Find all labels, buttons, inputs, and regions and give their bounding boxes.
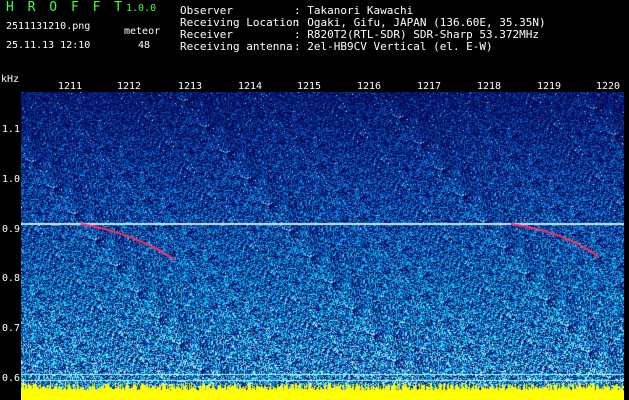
- y-tick-label: 1.1: [2, 124, 21, 135]
- app-title: H R O F F T: [6, 0, 126, 15]
- y-axis-unit: kHz: [1, 74, 20, 85]
- x-tick-label: 1215: [297, 81, 322, 92]
- x-tick-label: 1213: [178, 81, 203, 92]
- spectrogram-canvas: [21, 92, 624, 400]
- x-tick-label: 1220: [596, 81, 621, 92]
- x-tick-label: 1214: [238, 81, 263, 92]
- y-tick-label: 1.0: [2, 174, 21, 185]
- y-tick-label: 0.9: [2, 224, 21, 235]
- y-tick-label: 0.8: [2, 273, 21, 284]
- datetime: 25.11.13 12:10: [6, 40, 91, 51]
- x-tick-label: 1219: [537, 81, 562, 92]
- header-panel: H R O F F T 1.0.0 2511131210.png meteor …: [0, 0, 629, 74]
- file-name: 2511131210.png: [6, 21, 91, 32]
- info-key-antenna: Receiving antenna: [180, 40, 293, 53]
- x-tick-label: 1218: [477, 81, 502, 92]
- meteor-label: meteor: [124, 26, 161, 37]
- x-tick-label: 1217: [417, 81, 442, 92]
- info-value-antenna: : 2el-HB9CV Vertical (el. E-W): [294, 40, 493, 53]
- meteor-count: 48: [138, 40, 151, 51]
- y-tick-label: 0.6: [2, 373, 21, 384]
- x-tick-label: 1216: [357, 81, 382, 92]
- y-tick-label: 0.7: [2, 323, 21, 334]
- x-tick-label: 1212: [117, 81, 142, 92]
- app-version: 1.0.0: [126, 3, 157, 14]
- x-tick-label: 1211: [58, 81, 83, 92]
